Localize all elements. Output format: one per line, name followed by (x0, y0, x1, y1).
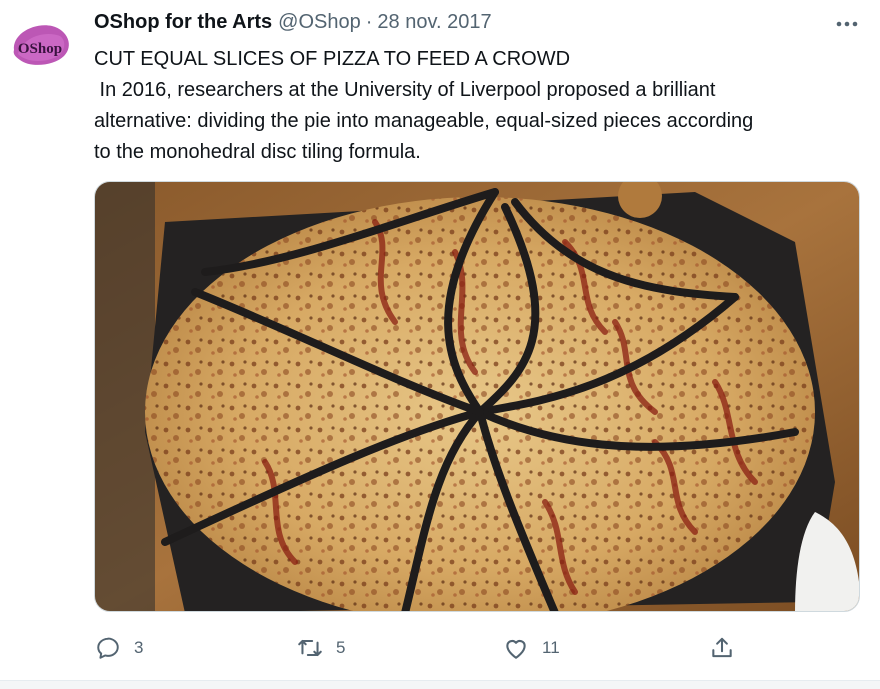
more-dots-icon (836, 21, 858, 27)
avatar[interactable]: OShop (4, 10, 76, 82)
author-display-name[interactable]: OShop for the Arts (94, 11, 272, 34)
reply-button[interactable]: 3 (94, 628, 143, 668)
tweet-actions: 3 5 11 (94, 628, 754, 668)
tweet-media-image[interactable] (94, 181, 860, 612)
tweet-divider (0, 680, 880, 689)
more-options-button[interactable] (828, 10, 866, 38)
tweet-text-line: In 2016, researchers at the University o… (94, 79, 716, 101)
author-handle[interactable]: @OShop (278, 11, 361, 34)
like-button[interactable]: 11 (502, 628, 560, 668)
tweet-text-line: CUT EQUAL SLICES OF PIZZA TO FEED A CROW… (94, 48, 571, 70)
share-icon (708, 634, 736, 662)
tweet-date[interactable]: 28 nov. 2017 (377, 11, 491, 34)
pizza-photo (95, 182, 859, 611)
reply-icon (94, 634, 122, 662)
tweet-text-line: alternative: dividing the pie into manag… (94, 110, 754, 132)
reply-count: 3 (134, 638, 144, 657)
retweet-button[interactable]: 5 (296, 628, 345, 668)
header-separator: · (365, 11, 373, 33)
tweet-text: CUT EQUAL SLICES OF PIZZA TO FEED A CROW… (94, 44, 864, 168)
tweet[interactable]: OShop OShop for the Arts @OShop · 28 nov… (0, 0, 880, 689)
tweet-text-line: to the monohedral disc tiling formula. (94, 141, 421, 163)
retweet-count: 5 (336, 638, 346, 657)
share-button[interactable] (708, 628, 736, 668)
retweet-icon (296, 634, 324, 662)
avatar-logo-text: OShop (18, 41, 62, 57)
like-count: 11 (542, 638, 560, 657)
heart-icon (502, 634, 530, 662)
tweet-header: OShop for the Arts @OShop · 28 nov. 2017 (94, 11, 492, 37)
